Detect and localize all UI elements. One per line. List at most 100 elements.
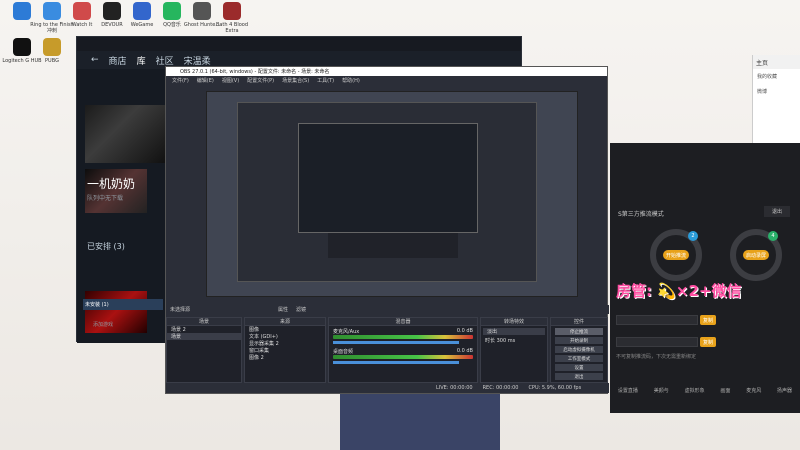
- browser-menu-item[interactable]: 我的收藏: [753, 69, 800, 84]
- add-game-link[interactable]: 添加游戏: [93, 321, 113, 328]
- game-title: 一机奶奶: [87, 177, 136, 191]
- app-icon: [13, 38, 31, 56]
- mixer-channel: 麦克风/Aux 0.0 dB: [329, 326, 477, 346]
- app-icon: [193, 2, 211, 20]
- app-icon: [223, 2, 241, 20]
- start-stream-pill[interactable]: 开始推流: [663, 250, 689, 260]
- duration-input[interactable]: 300 ms: [497, 338, 516, 344]
- toolbar-item[interactable]: 美颜与: [654, 387, 669, 394]
- menu-profile[interactable]: 配置文件(P): [247, 77, 274, 84]
- bottom-toolbar: 设置直播 美颜与 虚拟形象 画面 麦克风 扬声器: [610, 387, 800, 394]
- mixer-channel: 桌面音频 0.0 dB: [329, 346, 477, 366]
- start-recording-button[interactable]: 开始录制: [555, 337, 603, 344]
- back-icon[interactable]: ←: [91, 55, 99, 65]
- app-icon: [133, 2, 151, 20]
- toolbar-item[interactable]: 设置直播: [618, 387, 638, 394]
- mixer-title: 混音器: [329, 318, 477, 326]
- scenes-panel: 场景 场景 2 场景: [166, 317, 242, 383]
- obs-statusbar: LIVE: 00:00:00 REC: 00:00:00 CPU: 5.9%, …: [166, 383, 609, 393]
- menu-tools[interactable]: 工具(T): [317, 77, 334, 84]
- source-toolbar: 未选择源 属性 滤镜: [166, 305, 609, 314]
- mixer-panel: 混音器 麦克风/Aux 0.0 dB 桌面音频 0.0 dB: [328, 317, 478, 383]
- toolbar-item[interactable]: 扬声器: [777, 387, 792, 394]
- recursive-preview-inner: [298, 123, 478, 233]
- stream-app-window: S第三方推流模式 退出 2 4 开始推流 启动录屏 复制 复制 不可复制推流码，…: [610, 143, 800, 413]
- toolbar-item[interactable]: 虚拟形象: [685, 387, 705, 394]
- live-time: LIVE: 00:00:00: [436, 385, 473, 391]
- recursive-mixer: [328, 233, 458, 258]
- browser-menu-item[interactable]: 微博: [753, 84, 800, 99]
- copy-key-button[interactable]: 复制: [700, 337, 716, 347]
- menu-edit[interactable]: 编辑(E): [197, 77, 214, 84]
- volume-meter: [333, 335, 473, 339]
- source-item[interactable]: 图像 2: [245, 354, 325, 361]
- controls-panel: 控件 停止推流 开始录制 启动虚拟摄像机 工作室模式 设置 退出: [550, 317, 608, 383]
- steam-titlebar: [77, 37, 521, 51]
- nav-library[interactable]: 库: [137, 54, 146, 67]
- app-icon: [13, 2, 31, 20]
- cpu-usage: CPU: 5.9%, 60.00 fps: [528, 385, 582, 391]
- rec-time: REC: 00:00:00: [482, 385, 519, 391]
- sources-panel: 来源 图像 文本 (GDI+) 显示器采集 2 窗口采集 图像 2: [244, 317, 326, 383]
- game-banner[interactable]: [85, 105, 165, 163]
- source-item[interactable]: 图像: [245, 326, 325, 333]
- download-status: 队列中无下载: [87, 195, 124, 202]
- exit-button[interactable]: 退出: [555, 373, 603, 380]
- app-icon: [73, 2, 91, 20]
- browser-window: 主页 我的收藏 微博: [752, 55, 800, 145]
- sources-title: 来源: [245, 318, 325, 326]
- channel-name: 桌面音频: [333, 349, 354, 355]
- step-badge: 2: [688, 231, 698, 241]
- toolbar-item[interactable]: 麦克风: [746, 387, 761, 394]
- server-url-field[interactable]: [616, 315, 698, 325]
- menu-help[interactable]: 帮助(H): [342, 77, 360, 84]
- stream-hint: 不可复制推流码，下次无需重新绑定: [616, 354, 697, 360]
- stream-key-field[interactable]: [616, 337, 698, 347]
- obs-titlebar: OBS 27.0.1 (64-bit, windows) - 配置文件: 未命名…: [166, 67, 607, 76]
- transition-select[interactable]: 淡出: [483, 328, 545, 335]
- installed-label: 已安排 (3): [87, 242, 125, 251]
- menu-scene-collection[interactable]: 场景集合(S): [282, 77, 309, 84]
- source-item[interactable]: 文本 (GDI+): [245, 333, 325, 340]
- volume-slider[interactable]: [333, 341, 459, 344]
- controls-title: 控件: [551, 318, 607, 326]
- no-source-label: 未选择源: [170, 307, 191, 313]
- properties-button[interactable]: 属性: [278, 306, 288, 313]
- volume-slider[interactable]: [333, 361, 459, 364]
- step-badge: 4: [768, 231, 778, 241]
- nav-user[interactable]: 宋温柔: [184, 54, 211, 67]
- exit-mode-button[interactable]: 退出: [764, 206, 790, 217]
- scene-item[interactable]: 场景 2: [167, 326, 241, 333]
- watermark-text: 房管: 💫×2+微信: [616, 282, 742, 300]
- app-icon: [43, 38, 61, 56]
- menu-file[interactable]: 文件(F): [172, 77, 189, 84]
- nav-store[interactable]: 商店: [109, 54, 127, 67]
- stream-mode-label: S第三方推流模式: [618, 211, 664, 218]
- copy-url-button[interactable]: 复制: [700, 315, 716, 325]
- desktop-icon[interactable]: Bath 4 Blood Extra: [210, 2, 254, 34]
- source-item[interactable]: 窗口采集: [245, 347, 325, 354]
- transitions-title: 转场特效: [481, 318, 547, 326]
- desktop-icon[interactable]: PUBG: [30, 38, 74, 64]
- source-item[interactable]: 显示器采集 2: [245, 340, 325, 347]
- studio-mode-button[interactable]: 工作室模式: [555, 355, 603, 362]
- scenes-title: 场景: [167, 318, 241, 326]
- virtual-camera-button[interactable]: 启动虚拟摄像机: [555, 346, 603, 353]
- channel-db: 0.0 dB: [456, 328, 473, 334]
- stop-stream-button[interactable]: 停止推流: [555, 328, 603, 335]
- toolbar-item[interactable]: 画面: [720, 387, 730, 394]
- transitions-panel: 转场特效 淡出 时长 300 ms: [480, 317, 548, 383]
- record-pill[interactable]: 启动录屏: [743, 250, 769, 260]
- browser-tab[interactable]: 主页: [753, 55, 800, 69]
- nav-community[interactable]: 社区: [156, 54, 174, 67]
- settings-button[interactable]: 设置: [555, 364, 603, 371]
- obs-menubar: 文件(F) 编辑(E) 视图(V) 配置文件(P) 场景集合(S) 工具(T) …: [166, 76, 607, 84]
- app-icon: [103, 2, 121, 20]
- menu-view[interactable]: 视图(V): [222, 77, 239, 84]
- app-icon: [163, 2, 181, 20]
- obs-title: OBS 27.0.1 (64-bit, windows) - 配置文件: 未命名…: [180, 69, 330, 75]
- app-icon: [43, 2, 61, 20]
- filters-button[interactable]: 滤镜: [296, 306, 306, 313]
- obs-preview[interactable]: [206, 91, 578, 297]
- scene-item[interactable]: 场景: [167, 333, 241, 340]
